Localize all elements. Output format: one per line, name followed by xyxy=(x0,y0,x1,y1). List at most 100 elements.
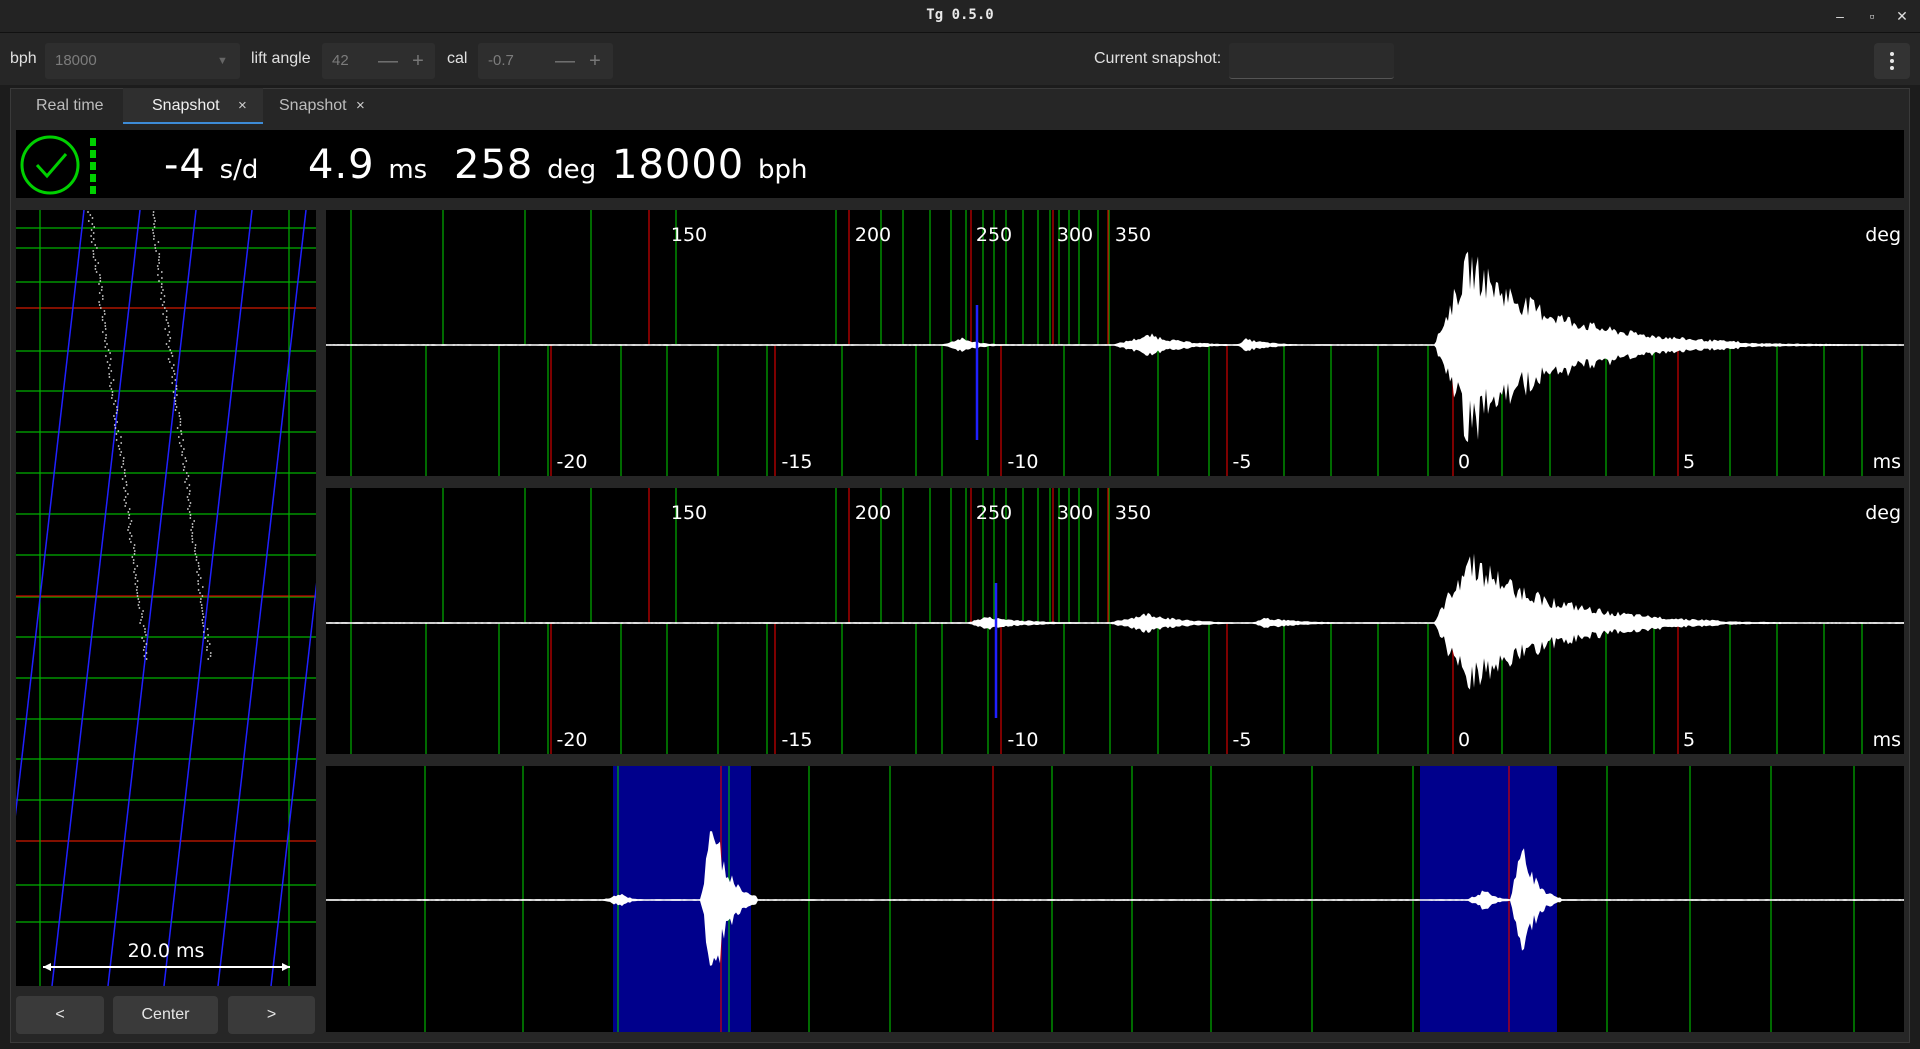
beat-dot xyxy=(186,487,189,489)
cal-plus-button[interactable]: + xyxy=(581,43,609,79)
current-snapshot-label: Current snapshot: xyxy=(1094,50,1222,67)
beat-dot xyxy=(133,544,136,546)
prev-button[interactable]: < xyxy=(16,996,104,1034)
beat-dot xyxy=(113,424,116,426)
current-snapshot-field[interactable] xyxy=(1229,43,1394,79)
beat-dot xyxy=(109,364,111,366)
beat-dot xyxy=(124,490,127,492)
maximize-button[interactable]: ▫ xyxy=(1860,4,1884,28)
close-window-button[interactable]: ✕ xyxy=(1890,4,1914,28)
beat-dot xyxy=(154,244,156,246)
toc-waveform-panel: 150 200 250 300 350 deg -20 -15 -10 -5 0… xyxy=(326,488,1904,754)
deg-label: 250 xyxy=(976,224,1012,246)
beat-dot xyxy=(90,241,93,243)
close-tab-icon[interactable]: × xyxy=(356,88,365,124)
beat-guide-line xyxy=(217,210,307,986)
beat-dot xyxy=(101,286,103,288)
beat-dot xyxy=(116,406,118,408)
beat-dot xyxy=(202,625,205,627)
beat-dot xyxy=(178,415,181,417)
minimize-button[interactable]: – xyxy=(1828,4,1852,28)
beat-dot xyxy=(105,334,107,336)
beat-dot xyxy=(167,325,170,327)
beat-dot xyxy=(184,457,187,459)
ms-label: 5 xyxy=(1683,451,1695,473)
beat-dot xyxy=(208,643,211,645)
beat-dot xyxy=(160,271,163,273)
beat-dot xyxy=(157,268,160,270)
menu-button[interactable] xyxy=(1874,43,1910,79)
center-button[interactable]: Center xyxy=(113,996,218,1034)
bph-label: bph xyxy=(10,50,37,67)
beat-dot xyxy=(136,565,139,567)
beat-dot xyxy=(138,607,141,609)
window-title: Tg 0.5.0 xyxy=(926,7,994,23)
beat-dot xyxy=(90,235,92,237)
beat-dot xyxy=(188,505,191,507)
beat-dot xyxy=(87,220,90,222)
beat-dot xyxy=(125,481,128,483)
tab-snapshot-1[interactable]: Snapshot × xyxy=(123,88,263,124)
ms-label: -10 xyxy=(1007,729,1038,751)
tic-waveform-plot: 150 200 250 300 350 deg -20 -15 -10 -5 0… xyxy=(326,210,1904,476)
beat-dot xyxy=(143,640,145,642)
paperstrip-plot[interactable]: 20.0 ms xyxy=(16,210,316,986)
bph-readout-value: 18000 xyxy=(612,142,745,188)
beat-dot xyxy=(204,637,207,639)
beat-dot xyxy=(114,427,117,429)
beat-dot xyxy=(162,289,164,291)
beat-guide-line xyxy=(163,210,253,986)
cal-label: cal xyxy=(447,50,468,67)
cal-minus-button[interactable]: — xyxy=(551,43,579,79)
beat-dot xyxy=(120,442,123,444)
beat-dot xyxy=(199,577,202,579)
tab-real-time[interactable]: Real time xyxy=(12,88,123,124)
next-button[interactable]: > xyxy=(228,996,315,1034)
beat-dot xyxy=(174,403,177,405)
beat-dot xyxy=(193,520,196,522)
chevron-down-icon: ▼ xyxy=(217,55,228,67)
beat-dot xyxy=(180,445,183,447)
status-ok-icon xyxy=(20,135,96,195)
beat-dot xyxy=(206,640,209,642)
beat-error-value: 4.9 xyxy=(308,142,375,188)
cal-spin[interactable]: -0.7 — + xyxy=(478,43,613,79)
beat-dot xyxy=(145,634,147,636)
close-tab-icon[interactable]: × xyxy=(238,88,247,124)
beat-dot xyxy=(112,379,115,381)
beat-dot xyxy=(127,529,129,531)
beat-dot xyxy=(145,643,148,645)
beat-dot xyxy=(180,430,182,432)
beat-dot xyxy=(160,286,163,288)
beat-dot xyxy=(91,217,94,219)
beat-dot xyxy=(141,616,144,618)
beat-dot xyxy=(188,493,191,495)
beat-dot xyxy=(92,232,95,234)
beat-dot xyxy=(151,229,154,231)
beat-dot xyxy=(191,538,194,540)
lift-angle-spin[interactable]: 42 — + xyxy=(322,43,435,79)
beat-dot xyxy=(133,550,136,552)
lift-angle-plus-button[interactable]: + xyxy=(404,43,432,79)
beat-dot xyxy=(116,409,119,411)
beat-dot xyxy=(189,502,192,504)
beat-dot xyxy=(98,301,100,303)
beat-dot xyxy=(137,604,140,606)
scale-label: 20.0 ms xyxy=(128,940,205,962)
beat-dot xyxy=(110,397,113,399)
beat-dot xyxy=(140,619,142,621)
beat-dot xyxy=(170,352,173,354)
beat-dot xyxy=(179,421,182,423)
beat-dot xyxy=(199,592,201,594)
deg-label: 250 xyxy=(976,502,1012,524)
toolbar: bph 18000 ▼ lift angle 42 — + cal -0.7 —… xyxy=(0,33,1920,85)
beat-dot xyxy=(197,574,200,576)
tab-snapshot-2[interactable]: Snapshot × xyxy=(263,88,388,124)
beat-dot xyxy=(135,574,137,576)
ms-unit: ms xyxy=(1873,729,1901,751)
lift-angle-minus-button[interactable]: — xyxy=(374,43,402,79)
beat-dot xyxy=(152,211,155,213)
beat-dot xyxy=(155,250,158,252)
bph-combo[interactable]: 18000 ▼ xyxy=(45,43,240,79)
bph-combo-value: 18000 xyxy=(55,52,97,69)
